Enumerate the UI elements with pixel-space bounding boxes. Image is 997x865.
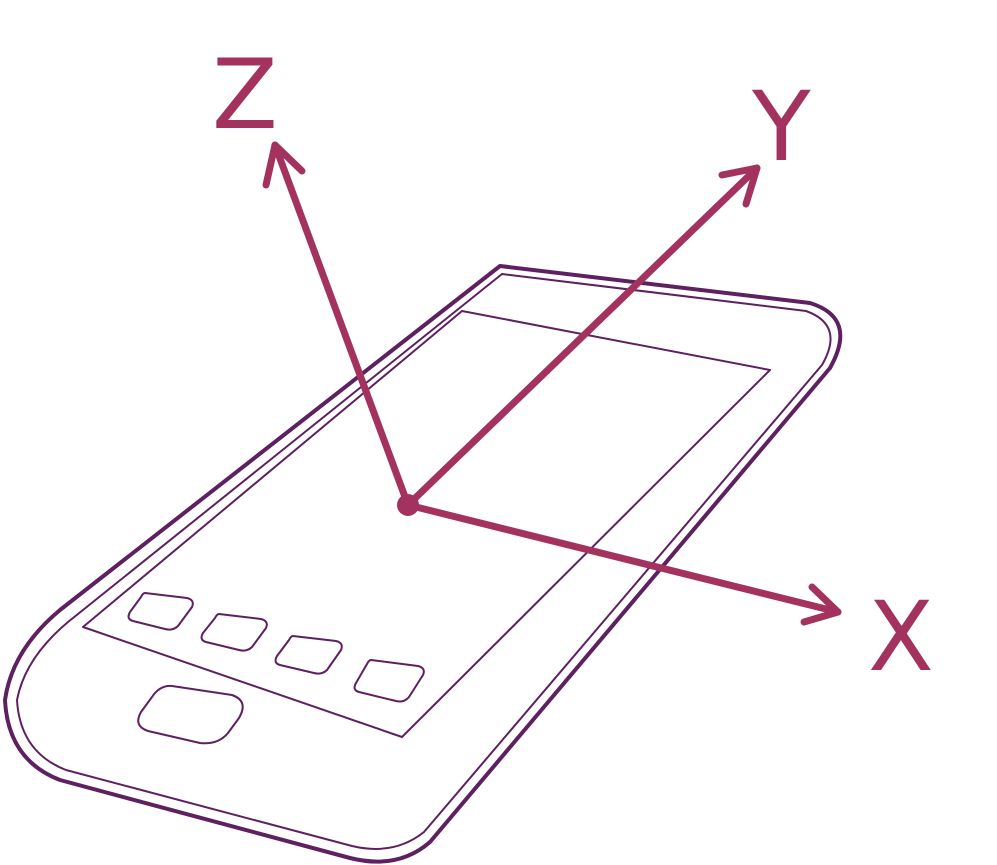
device-coordinate-diagram: Z Y X xyxy=(0,0,997,865)
x-axis-label: X xyxy=(868,581,934,693)
home-button xyxy=(137,684,244,745)
smartphone-body-inner xyxy=(16,273,832,850)
app-icon xyxy=(200,613,268,652)
smartphone-body-outer xyxy=(3,264,843,864)
app-icon xyxy=(274,635,343,675)
y-axis-label: Y xyxy=(751,71,811,183)
screen xyxy=(82,310,771,738)
app-icon xyxy=(353,659,425,703)
y-axis-arrow xyxy=(404,164,761,509)
z-axis-label: Z xyxy=(212,39,278,151)
app-icon xyxy=(127,592,194,631)
x-axis-arrow xyxy=(404,501,842,616)
